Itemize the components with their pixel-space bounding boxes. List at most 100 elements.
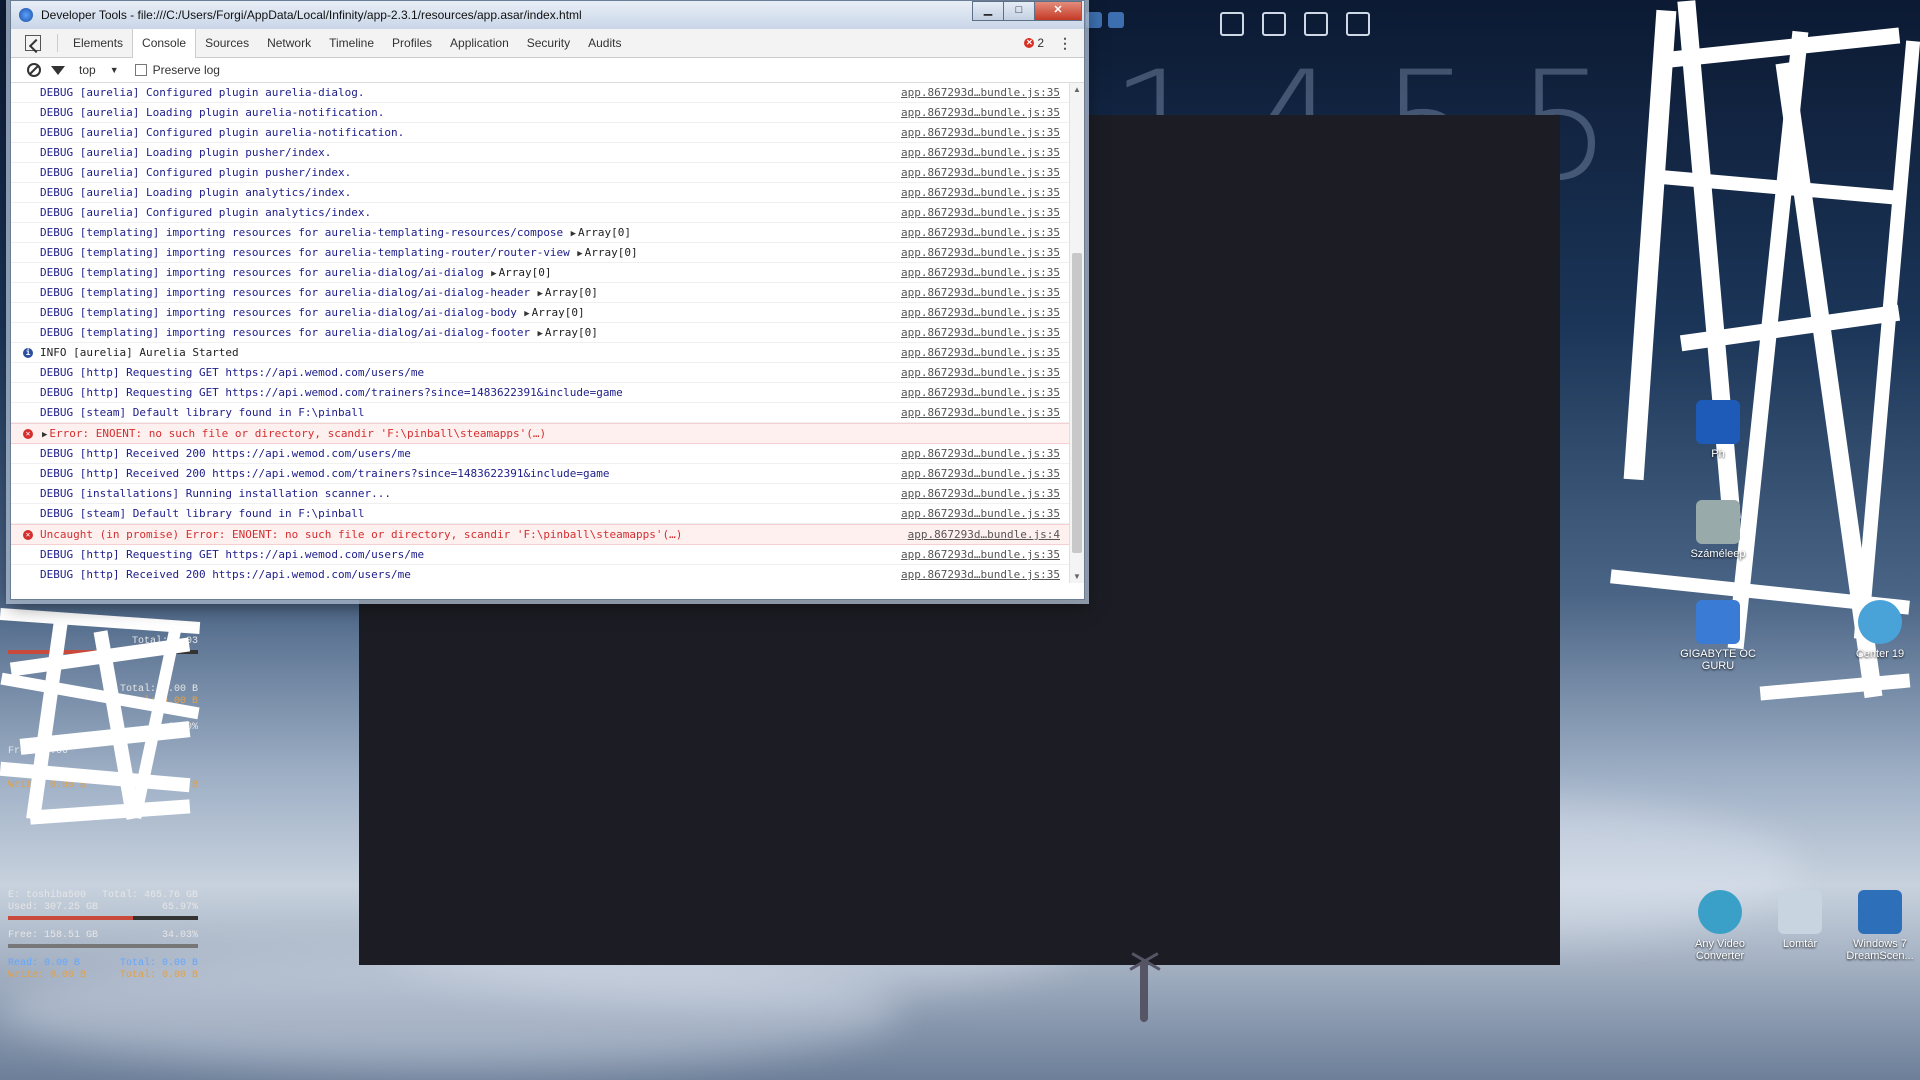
console-source-link[interactable]: app.867293d…bundle.js:35 xyxy=(901,223,1070,242)
more-options-icon[interactable]: ⋮ xyxy=(1058,35,1072,52)
expand-arrow-icon[interactable]: ▶ xyxy=(532,329,542,339)
desktop-icon-any-video-converter[interactable]: Any Video Converter xyxy=(1682,890,1758,962)
console-source-link[interactable]: app.867293d…bundle.js:35 xyxy=(901,383,1070,402)
layout-icon[interactable] xyxy=(1346,12,1370,36)
console-row: DEBUG [aurelia] Loading plugin analytics… xyxy=(11,183,1070,203)
maximize-button[interactable]: □ xyxy=(1003,1,1035,21)
desktop-icon-szamelep[interactable]: Száméleep xyxy=(1680,500,1756,560)
console-message-text: DEBUG [steam] Default library found in F… xyxy=(40,406,365,419)
tab-console[interactable]: Console xyxy=(132,28,197,58)
console-object-preview[interactable]: Array[0] xyxy=(545,286,598,299)
console-row: DEBUG [steam] Default library found in F… xyxy=(11,403,1070,423)
console-source-link[interactable]: app.867293d…bundle.js:35 xyxy=(901,484,1070,503)
console-object-preview[interactable]: Array[0] xyxy=(585,246,638,259)
title-bar[interactable]: Developer Tools - file:///C:/Users/Forgi… xyxy=(11,1,1084,29)
console-message: DEBUG [steam] Default library found in F… xyxy=(40,504,901,523)
error-counter[interactable]: ✕ 2 xyxy=(1024,36,1044,50)
console-source-link[interactable]: app.867293d…bundle.js:35 xyxy=(901,123,1070,142)
tray-app-icon[interactable] xyxy=(1086,12,1102,28)
console-source-link[interactable]: app.867293d…bundle.js:35 xyxy=(901,403,1070,422)
preserve-log-label: Preserve log xyxy=(152,63,220,77)
scroll-thumb[interactable] xyxy=(1072,253,1082,553)
info-icon: i xyxy=(23,348,33,358)
console-message: DEBUG [templating] importing resources f… xyxy=(40,223,901,242)
figure-silhouette xyxy=(1129,950,1161,1030)
console-row: DEBUG [http] Requesting GET https://api.… xyxy=(11,383,1070,403)
console-source-link[interactable]: app.867293d…bundle.js:35 xyxy=(901,183,1070,202)
tab-sources[interactable]: Sources xyxy=(196,29,258,57)
drive-write-total: Total: 0.00 B xyxy=(119,970,198,981)
scroll-up-arrow[interactable]: ▲ xyxy=(1073,85,1081,94)
clear-console-icon[interactable] xyxy=(27,63,41,77)
console-source-link[interactable]: app.867293d…bundle.js:35 xyxy=(901,263,1070,282)
desktop-icon-windows7-dreamscene[interactable]: Windows 7 DreamScen... xyxy=(1842,890,1918,962)
console-source-link[interactable]: app.867293d…bundle.js:35 xyxy=(901,83,1070,102)
console-source-link[interactable]: app.867293d…bundle.js:35 xyxy=(901,464,1070,483)
console-source-link[interactable]: app.867293d…bundle.js:35 xyxy=(901,103,1070,122)
console-url-link[interactable]: https://api.wemod.com/users/me xyxy=(212,568,411,581)
close-button[interactable]: ✕ xyxy=(1034,1,1082,21)
console-source-link[interactable]: app.867293d…bundle.js:35 xyxy=(901,565,1070,583)
console-source-link[interactable]: app.867293d…bundle.js:4 xyxy=(908,525,1070,544)
expand-arrow-icon[interactable]: ▶ xyxy=(519,309,529,319)
console-scrollbar[interactable]: ▲ ▼ xyxy=(1069,83,1084,583)
console-row: DEBUG [aurelia] Loading plugin aurelia-n… xyxy=(11,103,1070,123)
console-source-link[interactable]: app.867293d…bundle.js:35 xyxy=(901,363,1070,382)
console-message-text: DEBUG [steam] Default library found in F… xyxy=(40,507,365,520)
console-row: DEBUG [aurelia] Configured plugin aureli… xyxy=(11,123,1070,143)
desktop-icon-center19[interactable]: Center 19 xyxy=(1842,600,1918,660)
layout-icon[interactable] xyxy=(1220,12,1244,36)
console-message: DEBUG [http] Requesting GET https://api.… xyxy=(40,545,901,564)
console-object-preview[interactable]: Array[0] xyxy=(545,326,598,339)
desktop-icon-label: GIGABYTE OC GURU xyxy=(1680,648,1756,672)
console-source-link[interactable]: app.867293d…bundle.js:35 xyxy=(901,323,1070,342)
desktop-icon-ph[interactable]: Ph xyxy=(1680,400,1756,460)
console-source-link[interactable]: app.867293d…bundle.js:35 xyxy=(901,163,1070,182)
chevron-down-icon[interactable]: ▼ xyxy=(110,65,119,75)
console-object-preview[interactable]: Array[0] xyxy=(499,266,552,279)
console-source-link[interactable]: app.867293d…bundle.js:35 xyxy=(901,545,1070,564)
tray-app-icon[interactable] xyxy=(1108,12,1124,28)
console-object-preview[interactable]: Array[0] xyxy=(578,226,631,239)
console-source-link[interactable]: app.867293d…bundle.js:35 xyxy=(901,504,1070,523)
scroll-down-arrow[interactable]: ▼ xyxy=(1073,572,1081,581)
devtools-app-icon xyxy=(19,8,33,22)
console-source-link[interactable]: app.867293d…bundle.js:35 xyxy=(901,203,1070,222)
tab-audits[interactable]: Audits xyxy=(579,29,630,57)
expand-arrow-icon[interactable]: ▶ xyxy=(572,249,582,259)
tab-application[interactable]: Application xyxy=(441,29,518,57)
desktop-icon-label: Windows 7 DreamScen... xyxy=(1846,938,1914,962)
console-row: DEBUG [http] Received 200 https://api.we… xyxy=(11,565,1070,583)
inspect-element-icon[interactable] xyxy=(25,35,41,51)
tab-profiles[interactable]: Profiles xyxy=(383,29,441,57)
expand-arrow-icon[interactable]: ▶ xyxy=(565,229,576,239)
tab-network[interactable]: Network xyxy=(258,29,320,57)
console-source-link[interactable]: app.867293d…bundle.js:35 xyxy=(901,343,1070,362)
console-toolbar: top ▼ Preserve log xyxy=(11,58,1084,83)
filter-icon[interactable] xyxy=(51,65,65,75)
preserve-log-checkbox[interactable] xyxy=(134,64,147,76)
expand-arrow-icon[interactable]: ▶ xyxy=(486,269,496,279)
tab-security[interactable]: Security xyxy=(518,29,579,57)
layout-icon[interactable] xyxy=(1304,12,1328,36)
desktop-icon-lomtar[interactable]: Lomtár xyxy=(1762,890,1838,950)
minimize-button[interactable]: ▁ xyxy=(972,1,1004,21)
window-title: Developer Tools - file:///C:/Users/Forgi… xyxy=(41,8,582,22)
expand-arrow-icon[interactable]: ▶ xyxy=(532,289,542,299)
console-source-link[interactable]: app.867293d…bundle.js:35 xyxy=(901,303,1070,322)
console-source-link[interactable]: app.867293d…bundle.js:35 xyxy=(901,243,1070,262)
console-source-link[interactable]: app.867293d…bundle.js:35 xyxy=(901,283,1070,302)
console-source-link[interactable]: app.867293d…bundle.js:35 xyxy=(901,143,1070,162)
console-message: DEBUG [aurelia] Loading plugin pusher/in… xyxy=(40,143,901,162)
console-source-link[interactable]: app.867293d…bundle.js:35 xyxy=(901,444,1070,463)
tab-elements[interactable]: Elements xyxy=(64,29,132,57)
console-object-preview[interactable]: Array[0] xyxy=(532,306,585,319)
drive-gadget: E: toshiba500 Total: 465.76 GB Used: 307.… xyxy=(8,890,198,982)
expand-arrow-icon[interactable]: ▶ xyxy=(42,430,47,440)
context-selector[interactable]: top xyxy=(79,63,96,77)
error-icon: ✕ xyxy=(23,530,33,540)
desktop-icon-gigabyte[interactable]: GIGABYTE OC GURU xyxy=(1680,600,1756,672)
layout-icon[interactable] xyxy=(1262,12,1286,36)
tab-timeline[interactable]: Timeline xyxy=(320,29,383,57)
console-message: DEBUG [http] Requesting GET https://api.… xyxy=(40,363,901,382)
